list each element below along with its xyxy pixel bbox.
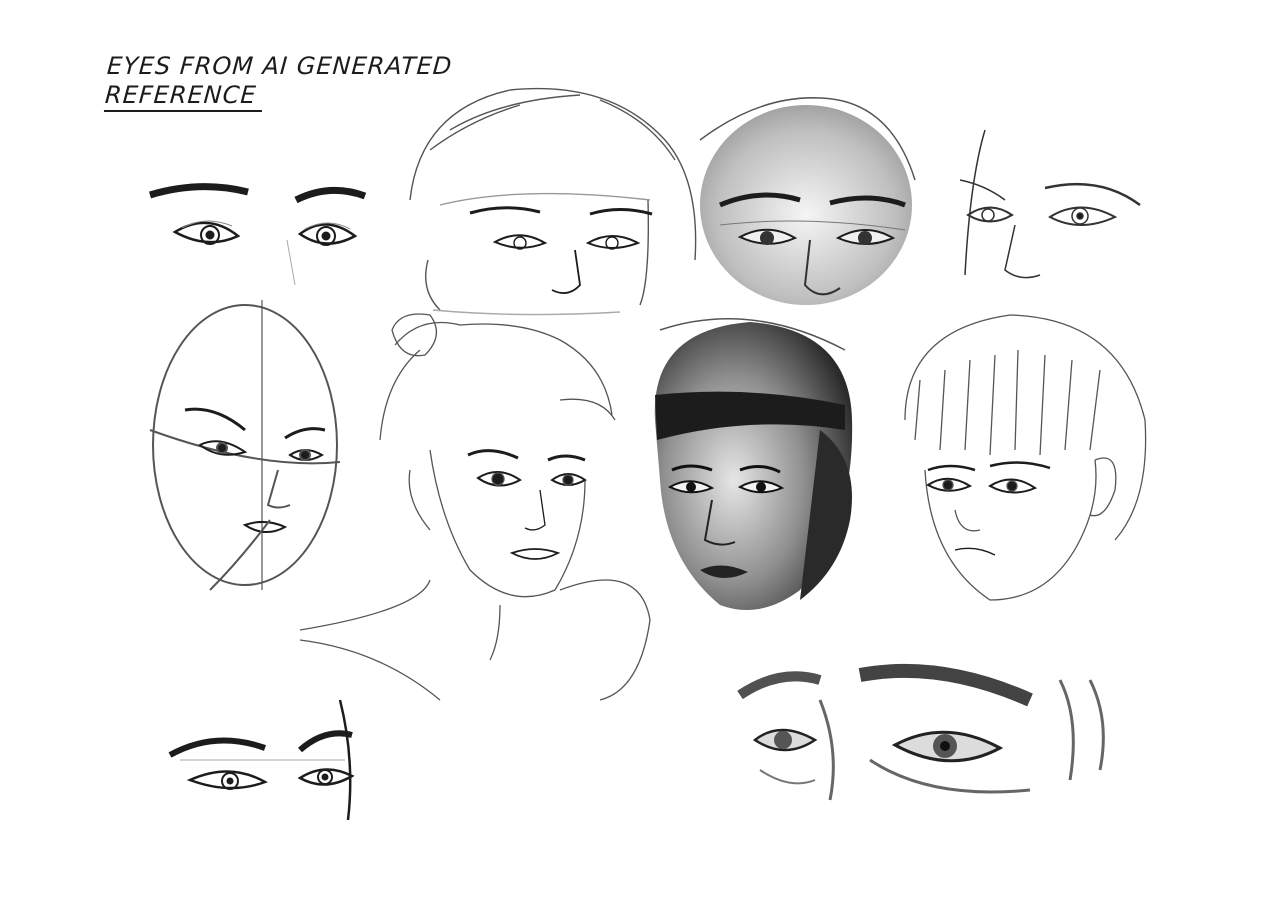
sketch-woman-updo [299,313,651,701]
sketch-sheet: EYES FROM AI GENERATED REFERENCE [0,0,1280,905]
sketch-eyes-top-left [148,183,367,286]
sketch-eyes-bottom-left [168,699,355,821]
sketch-eyes-bottom-right-shaded [737,663,1105,801]
sketch-construction-head [149,300,341,591]
sketches-canvas [148,87,1147,821]
sketch-woman-hood-shaded [654,318,853,610]
sketch-face-shaded-bald [699,97,916,305]
sketch-face-short-hair [409,87,697,316]
sketch-woman-bangs [904,314,1147,601]
sketch-face-eyes-right [959,129,1141,279]
